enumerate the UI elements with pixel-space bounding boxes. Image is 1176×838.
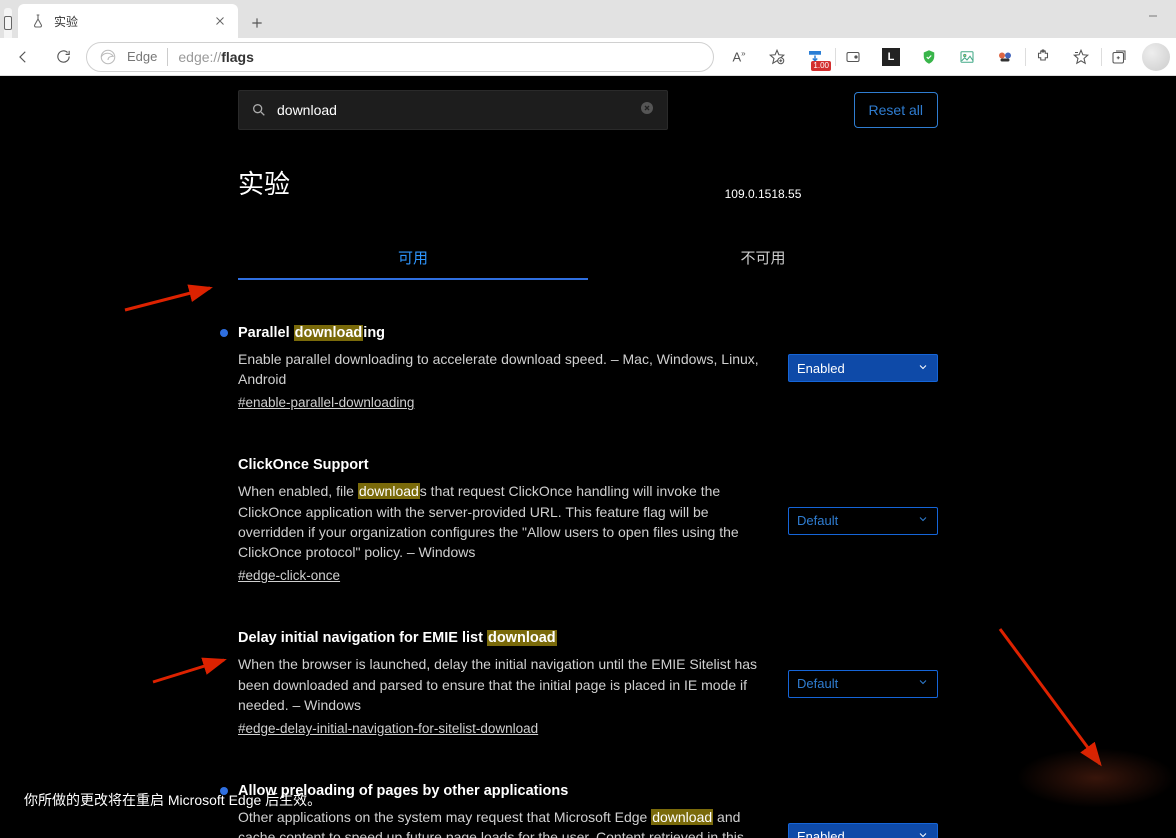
picture-icon[interactable] <box>948 41 986 73</box>
browser-tab[interactable]: 实验 <box>18 4 238 38</box>
flag-select[interactable]: Default <box>788 670 938 698</box>
annotation-arrow-2 <box>148 652 233 697</box>
tab-unavailable[interactable]: 不可用 <box>588 235 938 280</box>
restart-bar: 你所做的更改将在重启 Microsoft Edge 后生效。 <box>0 762 1176 838</box>
flag-description: Enable parallel downloading to accelerat… <box>238 349 768 390</box>
flags-page: Reset all 实验 109.0.1518.55 可用 不可用 Parall… <box>0 76 1176 838</box>
flag-description: When the browser is launched, delay the … <box>238 654 768 715</box>
reset-all-button[interactable]: Reset all <box>854 92 938 128</box>
new-tab-button[interactable] <box>242 8 272 38</box>
tab-available[interactable]: 可用 <box>238 235 588 280</box>
flag-row: Parallel downloading Enable parallel down… <box>238 324 938 412</box>
search-engine-label: Edge <box>127 49 157 64</box>
title-bar: 实验 <box>0 0 1176 38</box>
url-scheme: edge:// <box>178 49 221 65</box>
select-value: Default <box>797 513 838 528</box>
flag-title: ClickOnce Support <box>238 456 768 475</box>
search-icon <box>251 102 267 118</box>
toolbar-actions: A» 1.00 L <box>720 41 1170 73</box>
version-label: 109.0.1518.55 <box>588 187 938 201</box>
flag-main: Delay initial navigation for EMIE list d… <box>238 629 768 738</box>
wallet-button[interactable] <box>834 41 872 73</box>
nav-refresh-button[interactable] <box>46 41 80 73</box>
highlight: download <box>358 483 420 499</box>
extension-l-icon[interactable]: L <box>872 41 910 73</box>
flask-icon <box>30 13 46 29</box>
restart-message: 你所做的更改将在重启 Microsoft Edge 后生效。 <box>24 790 321 810</box>
favorite-button[interactable] <box>758 41 796 73</box>
highlight: download <box>487 630 557 646</box>
flag-main: ClickOnce Support When enabled, file down… <box>238 456 768 585</box>
favorites-menu-button[interactable] <box>1062 41 1100 73</box>
extensions-button[interactable] <box>1024 41 1062 73</box>
flag-select-wrap: Default <box>788 507 938 535</box>
flag-title: Parallel downloading <box>238 324 768 343</box>
shield-icon[interactable] <box>910 41 948 73</box>
chevron-down-icon <box>917 513 929 528</box>
downloads-badge: 1.00 <box>811 61 831 71</box>
chevron-down-icon <box>917 676 929 691</box>
browser-toolbar: Edge edge://flags A» 1.00 L <box>0 38 1176 76</box>
flags-list: Parallel downloading Enable parallel down… <box>238 324 938 838</box>
select-value: Enabled <box>797 361 845 376</box>
profile-button[interactable] <box>1142 43 1170 71</box>
page-title: 实验 <box>238 164 588 201</box>
flag-hash-link[interactable]: #edge-delay-initial-navigation-for-sitel… <box>238 721 538 736</box>
tab-close-button[interactable] <box>212 13 228 29</box>
divider <box>167 48 168 66</box>
collections-button[interactable] <box>1100 41 1138 73</box>
address-bar[interactable]: Edge edge://flags <box>86 42 714 72</box>
clear-search-button[interactable] <box>639 100 655 121</box>
url-text: edge://flags <box>178 49 254 65</box>
search-input[interactable] <box>277 102 629 118</box>
flag-select[interactable]: Default <box>788 507 938 535</box>
window-minimize-button[interactable] <box>1130 0 1176 32</box>
search-box[interactable] <box>238 90 668 130</box>
read-aloud-button[interactable]: A» <box>720 41 758 73</box>
tab-strip-icon <box>4 16 12 30</box>
flag-description: When enabled, file downloads that reques… <box>238 481 768 562</box>
flag-row: ClickOnce Support When enabled, file down… <box>238 456 938 585</box>
flag-hash-link[interactable]: #edge-click-once <box>238 568 340 583</box>
tab-strip-button[interactable] <box>4 8 12 38</box>
select-value: Default <box>797 676 838 691</box>
annotation-arrow-1 <box>120 280 220 325</box>
flag-select-wrap: Default <box>788 670 938 698</box>
highlight: download <box>294 325 364 341</box>
flag-main: Parallel downloading Enable parallel down… <box>238 324 768 412</box>
flag-hash-link[interactable]: #enable-parallel-downloading <box>238 395 414 410</box>
flag-select-wrap: Enabled <box>788 354 938 382</box>
flag-row: Delay initial navigation for EMIE list d… <box>238 629 938 738</box>
edge-logo-icon <box>99 48 117 66</box>
flag-title: Delay initial navigation for EMIE list d… <box>238 629 768 648</box>
tab-title: 实验 <box>54 13 204 30</box>
nav-back-button[interactable] <box>6 41 40 73</box>
modified-dot-icon <box>220 329 228 337</box>
url-host: flags <box>221 49 254 65</box>
chevron-down-icon <box>917 361 929 376</box>
flag-select[interactable]: Enabled <box>788 354 938 382</box>
downloads-button[interactable]: 1.00 <box>796 41 834 73</box>
extension-colorful-icon[interactable] <box>986 41 1024 73</box>
